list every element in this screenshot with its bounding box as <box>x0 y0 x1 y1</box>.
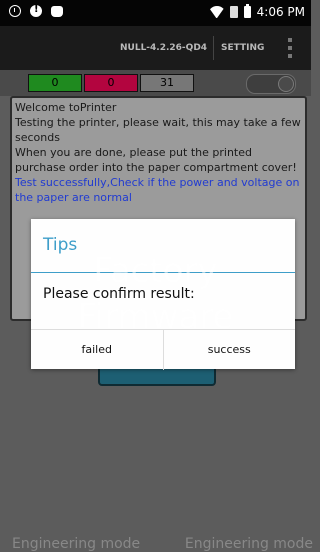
log-line: When you are done, please put the printe… <box>15 146 297 174</box>
battery-icon <box>243 4 251 18</box>
clock-icon <box>9 5 21 17</box>
version-label: NULL-4.2.26-QD4 <box>120 43 208 53</box>
dialog-divider <box>31 272 295 273</box>
debug-icon <box>51 6 63 17</box>
alert-icon <box>30 4 42 17</box>
dialog-title: Tips <box>43 235 78 255</box>
failed-button[interactable]: failed <box>31 330 163 370</box>
log-result-line: Test successfully,Check if the power and… <box>15 176 300 204</box>
log-line: Testing the printer, please wait, this m… <box>15 116 301 144</box>
status-time: 4:06 PM <box>256 5 305 19</box>
counter-strip: 0 0 31 <box>0 70 311 96</box>
fail-counter: 0 <box>84 74 138 92</box>
tips-dialog: Tips Please confirm result: failed succe… <box>31 219 295 370</box>
sim-icon <box>229 6 238 18</box>
wifi-icon <box>210 6 224 18</box>
engineering-mode-right[interactable]: Engineering mode <box>185 536 313 552</box>
setting-button[interactable]: SETTING <box>221 43 264 53</box>
total-counter: 31 <box>140 74 194 92</box>
overflow-menu-icon[interactable] <box>288 38 292 58</box>
success-button[interactable]: success <box>162 330 296 370</box>
action-divider <box>213 36 214 60</box>
auto-toggle[interactable] <box>246 74 296 94</box>
log-line: Welcome toPrinter <box>15 101 117 114</box>
success-counter: 0 <box>28 74 82 92</box>
dialog-buttons: failed success <box>31 329 295 370</box>
status-bar: 4:06 PM <box>0 0 311 26</box>
engineering-mode-left[interactable]: Engineering mode <box>12 536 140 552</box>
dialog-message: Please confirm result: <box>43 286 195 302</box>
action-bar: NULL-4.2.26-QD4 SETTING <box>0 26 311 70</box>
